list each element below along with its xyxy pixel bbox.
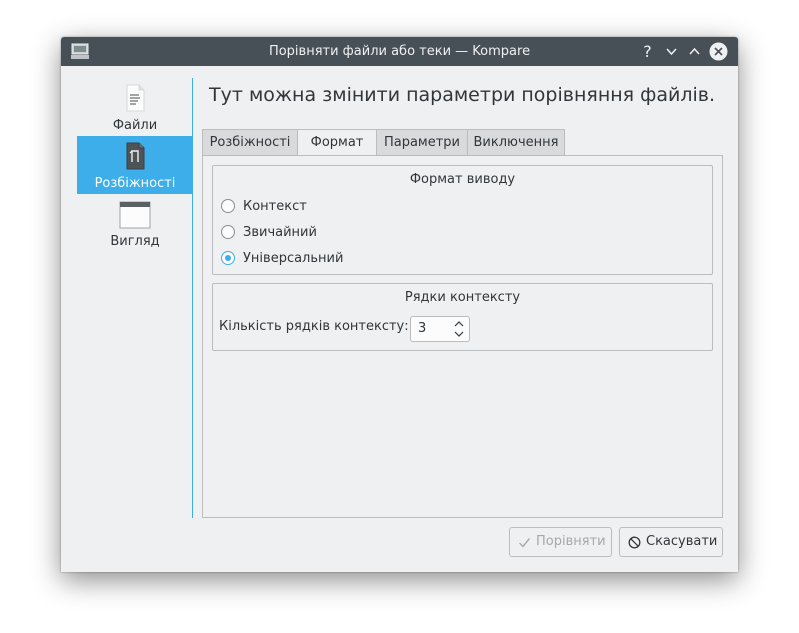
sidebar-item-label: Файли: [112, 118, 158, 133]
context-lines-spinbox[interactable]: 3: [410, 316, 470, 342]
context-lines-group: Рядки контексту Кількість рядків контекс…: [212, 283, 713, 351]
radio-button[interactable]: [221, 199, 235, 213]
cancel-icon: [628, 536, 641, 549]
button-label: Порівняти: [536, 534, 606, 549]
button-label: Скасувати: [646, 534, 718, 549]
tab-options[interactable]: Параметри: [376, 129, 468, 155]
diff-icon: [126, 142, 145, 170]
output-format-group: Формат виводу Контекст Звичайний Універс…: [212, 165, 713, 275]
window-icon: [119, 201, 151, 229]
context-lines-label: Кількість рядків контексту:: [219, 319, 409, 334]
radio-button[interactable]: [221, 251, 235, 265]
radio-label: Контекст: [243, 199, 307, 214]
radio-button[interactable]: [221, 225, 235, 239]
category-sidebar: Файли Розбіжності Вигляд: [77, 78, 193, 518]
cancel-button[interactable]: Скасувати: [619, 527, 723, 557]
file-icon: [126, 84, 145, 112]
tab-differences[interactable]: Розбіжності: [202, 129, 298, 155]
spin-value: 3: [418, 321, 427, 336]
title-bar[interactable]: Порівняти файли або теки — Kompare ?: [61, 37, 738, 66]
close-icon[interactable]: [709, 42, 728, 61]
tab-panel: Формат виводу Контекст Звичайний Універс…: [202, 155, 723, 518]
page-title: Тут можна змінити параметри порівняння ф…: [209, 84, 716, 106]
sidebar-item-label: Розбіжності: [94, 176, 176, 191]
window-title: Порівняти файли або теки — Kompare: [268, 44, 531, 59]
spin-arrows-icon[interactable]: [453, 320, 465, 338]
tab-exclusions[interactable]: Виключення: [467, 129, 565, 155]
compare-button[interactable]: Порівняти: [509, 527, 612, 557]
tab-format[interactable]: Формат: [297, 129, 377, 157]
group-title: Рядки контексту: [404, 290, 521, 305]
radio-label: Звичайний: [243, 225, 317, 240]
group-title: Формат виводу: [409, 172, 516, 187]
radio-label: Універсальний: [243, 251, 344, 266]
check-icon: [519, 538, 531, 548]
sidebar-item-files[interactable]: Файли: [77, 78, 193, 136]
help-icon[interactable]: ?: [638, 42, 657, 61]
sidebar-item-label: Вигляд: [110, 234, 160, 249]
maximize-icon[interactable]: [685, 42, 704, 61]
dialog-window: Порівняти файли або теки — Kompare ? Фай…: [61, 37, 738, 572]
minimize-icon[interactable]: [662, 42, 681, 61]
sidebar-item-differences[interactable]: Розбіжності: [77, 136, 193, 194]
sidebar-divider: [192, 78, 193, 518]
sidebar-item-view[interactable]: Вигляд: [77, 194, 193, 252]
